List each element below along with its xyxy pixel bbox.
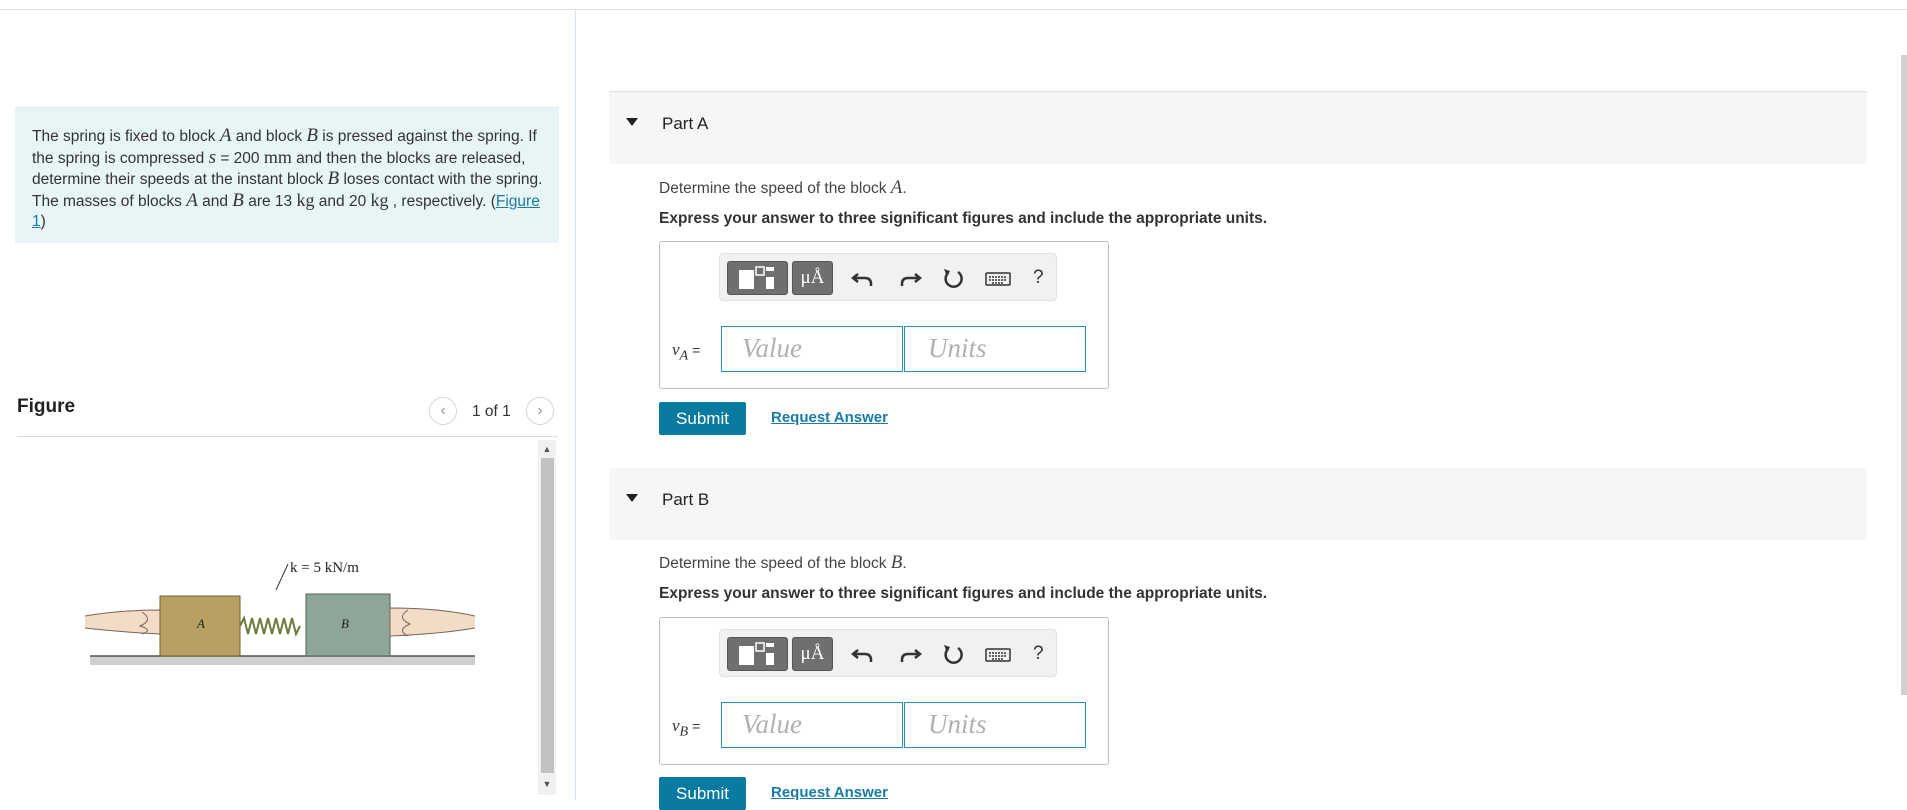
figure-scrollbar-thumb[interactable]	[541, 458, 554, 773]
spring-leader-line	[275, 563, 289, 591]
undo-icon[interactable]	[847, 262, 881, 294]
template-icon	[739, 266, 774, 289]
keyboard-icon[interactable]	[981, 638, 1015, 670]
next-figure-button[interactable]: ›	[526, 397, 554, 425]
problem-text: and block	[231, 128, 307, 145]
redo-icon[interactable]	[892, 638, 926, 670]
var-main: v	[672, 716, 680, 735]
question-text: Determine the speed of the block	[659, 180, 891, 197]
units-input[interactable]: Units	[904, 702, 1086, 748]
part-b-submit-button[interactable]: Submit	[659, 777, 746, 810]
problem-text: and 20	[314, 193, 371, 210]
math-var-b: B	[327, 168, 340, 189]
redo-icon[interactable]	[892, 262, 926, 294]
keyboard-icon[interactable]	[981, 262, 1015, 294]
part-a-answer-box: μÅ ? vA = Value Units	[659, 241, 1109, 389]
spring	[239, 615, 301, 637]
ground-surface	[90, 656, 475, 665]
previous-figure-button[interactable]: ‹	[429, 397, 457, 425]
problem-text: )	[40, 213, 46, 230]
units-button[interactable]: μÅ	[792, 261, 833, 295]
part-a-request-answer-link[interactable]: Request Answer	[771, 409, 888, 426]
unit-mm: mm	[263, 147, 292, 167]
unit-kg: kg	[296, 190, 315, 210]
equals-sign: =	[688, 342, 701, 358]
part-b-question: Determine the speed of the block B.	[659, 552, 907, 574]
part-a-submit-button[interactable]: Submit	[659, 402, 746, 435]
problem-statement: The spring is fixed to block A and block…	[15, 107, 559, 243]
problem-text: and	[197, 193, 233, 210]
template-icon	[739, 642, 774, 665]
spring-constant-label: k = 5 kN/m	[290, 560, 359, 576]
variable-label: vB =	[672, 716, 700, 740]
chevron-right-icon: ›	[537, 402, 543, 419]
chevron-left-icon: ‹	[440, 402, 446, 419]
units-input[interactable]: Units	[904, 326, 1086, 372]
math-var-b: B	[306, 125, 318, 146]
part-b-answer-box: μÅ ? vB = Value Units	[659, 617, 1109, 765]
block-a-label: A	[196, 616, 205, 631]
figure-pager: 1 of 1	[472, 403, 511, 420]
figure-title: Figure	[17, 396, 76, 417]
caret-down-icon[interactable]	[626, 494, 638, 502]
var-main: v	[672, 340, 680, 359]
question-text: Determine the speed of the block	[659, 555, 891, 572]
help-icon[interactable]: ?	[1033, 267, 1044, 289]
math-toolbar: μÅ ?	[719, 253, 1057, 301]
reset-icon[interactable]	[936, 262, 970, 294]
caret-down-icon[interactable]	[626, 118, 638, 126]
part-b-header[interactable]: Part B	[609, 468, 1867, 540]
math-var-s: s	[208, 147, 217, 168]
figure-divider	[17, 436, 558, 437]
problem-text: are 13	[243, 193, 297, 210]
left-hand	[84, 609, 161, 635]
var-sub: B	[679, 723, 689, 740]
value-input[interactable]: Value	[721, 702, 903, 748]
math-var-a: A	[890, 177, 903, 198]
page-scrollbar[interactable]	[1901, 55, 1907, 695]
part-a-header[interactable]: Part A	[609, 91, 1867, 164]
template-button[interactable]	[727, 261, 788, 295]
part-a-title: Part A	[662, 114, 709, 133]
problem-text: , respectively. (	[388, 193, 496, 210]
spring-blocks-figure: A k = 5 kN/m B	[84, 560, 476, 665]
question-end: .	[902, 180, 907, 197]
part-b-request-answer-link[interactable]: Request Answer	[771, 784, 888, 801]
undo-icon[interactable]	[847, 638, 881, 670]
scroll-down-arrow[interactable]: ▼	[540, 778, 554, 790]
question-end: .	[902, 555, 907, 572]
part-a-question: Determine the speed of the block A.	[659, 177, 907, 199]
panel-divider	[575, 10, 576, 800]
scroll-up-arrow[interactable]: ▲	[540, 443, 554, 455]
math-toolbar: μÅ ?	[719, 629, 1057, 677]
math-var-b: B	[232, 190, 244, 211]
part-b-instruction: Express your answer to three significant…	[659, 585, 1268, 602]
math-var-b: B	[890, 552, 903, 573]
part-b-title: Part B	[662, 490, 710, 509]
block-b-label: B	[341, 616, 349, 631]
unit-kg: kg	[370, 190, 389, 210]
help-icon[interactable]: ?	[1033, 643, 1044, 665]
units-button[interactable]: μÅ	[792, 637, 833, 671]
reset-icon[interactable]	[936, 638, 970, 670]
top-border	[0, 9, 1907, 10]
math-var-a: A	[186, 190, 198, 211]
problem-text: The spring is fixed to block	[32, 128, 220, 145]
variable-label: vA =	[672, 340, 700, 364]
part-a-instruction: Express your answer to three significant…	[659, 210, 1268, 227]
var-sub: A	[679, 347, 689, 364]
equals-sign: =	[688, 718, 701, 734]
math-var-a: A	[219, 125, 232, 146]
value-input[interactable]: Value	[721, 326, 903, 372]
template-button[interactable]	[727, 637, 788, 671]
problem-text: = 200	[216, 150, 264, 167]
